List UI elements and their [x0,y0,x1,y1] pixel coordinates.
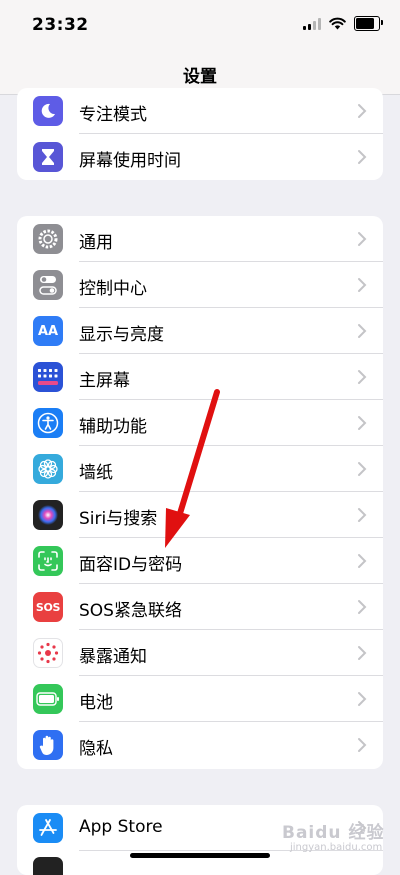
settings-row-label: 显示与亮度 [79,325,164,345]
wifi-icon [329,17,346,30]
settings-row-label: 专注模式 [79,105,147,125]
chevron-right-icon [358,104,367,118]
settings-row-display[interactable]: AA 显示与亮度 [17,308,383,354]
chevron-right-icon [358,324,367,338]
page-title: 设置 [183,67,217,87]
settings-row-battery[interactable]: 电池 [17,676,383,722]
settings-row-label: 主屏幕 [79,371,130,391]
chevron-right-icon [358,370,367,384]
app-store-icon [33,813,63,843]
battery-status-icon [354,16,383,31]
moon-icon [33,96,63,126]
watermark-url: jingyan.baidu.com [290,842,383,853]
settings-row-label: 屏幕使用时间 [79,151,181,171]
settings-row-label: 隐私 [79,739,113,759]
aa-icon: AA [33,316,63,346]
settings-row-label: 面容ID与密码 [79,555,183,575]
settings-row-privacy[interactable]: 隐私 [17,722,383,768]
chevron-right-icon [358,232,367,246]
siri-icon [33,500,63,530]
toggles-icon [33,270,63,300]
settings-row-label: SOS紧急联络 [79,601,182,621]
settings-row-home-screen[interactable]: 主屏幕 [17,354,383,400]
settings-row-label: 暴露通知 [79,647,147,667]
settings-row-label: Siri与搜索 [79,509,158,529]
settings-row-siri[interactable]: Siri与搜索 [17,492,383,538]
settings-row-accessibility[interactable]: 辅助功能 [17,400,383,446]
flower-icon [33,454,63,484]
status-time: 23:32 [32,15,89,35]
chevron-right-icon [358,416,367,430]
settings-row-control-center[interactable]: 控制中心 [17,262,383,308]
chevron-right-icon [358,150,367,164]
chevron-right-icon [358,646,367,660]
face-id-icon [33,546,63,576]
chevron-right-icon [358,738,367,752]
hand-icon [33,730,63,760]
wallet-icon [33,857,63,875]
settings-row-label: 通用 [79,233,113,253]
sos-icon: SOS [33,592,63,622]
settings-row-general[interactable]: 通用 [17,216,383,262]
status-icons [303,16,383,31]
watermark-logo: Baidu 经验 [282,823,385,843]
exposure-icon [33,638,63,668]
chevron-right-icon [358,554,367,568]
chevron-right-icon [358,278,367,292]
settings-row-label: 控制中心 [79,279,147,299]
settings-row-label: 电池 [79,693,113,713]
battery-icon [33,684,63,714]
chevron-right-icon [358,508,367,522]
settings-row-label: 辅助功能 [79,417,147,437]
cellular-signal-icon [303,17,321,30]
status-bar: 23:32 [0,0,400,50]
settings-group-focus: 专注模式 屏幕使用时间 [17,88,383,180]
settings-group-general: 通用 控制中心 AA 显示与亮度 主屏幕 辅助功能 墙纸 Siri与搜索 面容I… [17,216,383,769]
chevron-right-icon [358,692,367,706]
settings-row-screen-time[interactable]: 屏幕使用时间 [17,134,383,180]
settings-row-focus[interactable]: 专注模式 [17,88,383,134]
settings-row-label: 墙纸 [79,463,113,483]
grid-icon [33,362,63,392]
settings-row-face-id[interactable]: 面容ID与密码 [17,538,383,584]
settings-row-wallpaper[interactable]: 墙纸 [17,446,383,492]
settings-row-label: App Store [79,817,163,837]
chevron-right-icon [358,462,367,476]
gear-icon [33,224,63,254]
settings-row-exposure[interactable]: 暴露通知 [17,630,383,676]
accessibility-icon [33,408,63,438]
hourglass-icon [33,142,63,172]
settings-row-sos[interactable]: SOS SOS紧急联络 [17,584,383,630]
chevron-right-icon [358,600,367,614]
home-indicator[interactable] [130,853,270,858]
